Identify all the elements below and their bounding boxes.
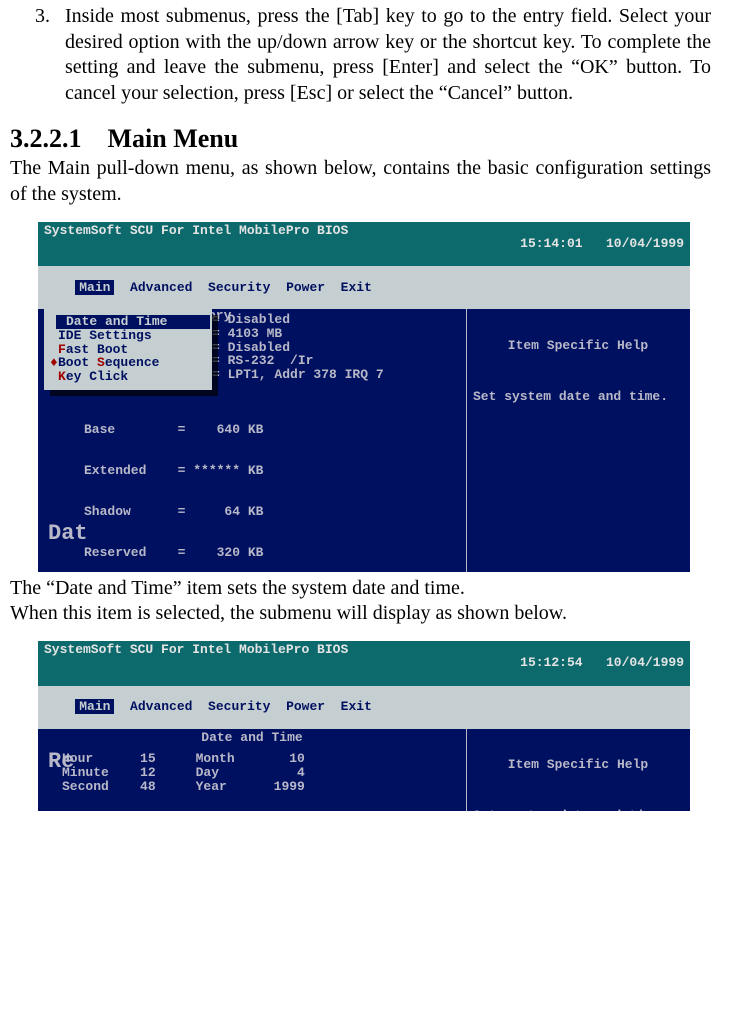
bios-help-pane: Item Specific Help Set system date and t… <box>466 729 689 811</box>
dropdown-item-ide[interactable]: IDE Settings <box>48 329 208 343</box>
main-dropdown[interactable]: Date and Time IDE Settings Fast Boot ♦Bo… <box>44 309 212 389</box>
bios-title: SystemSoft SCU For Intel MobilePro BIOS <box>44 643 348 684</box>
dropdown-item-boot-seq[interactable]: ♦Boot Sequence <box>48 356 208 370</box>
menubar-main[interactable]: Main <box>75 280 114 295</box>
bios-help-pane: Item Specific Help Set system date and t… <box>466 309 689 571</box>
bios-screenshot-main-menu: SystemSoft SCU For Intel MobilePro BIOS … <box>38 222 690 572</box>
bios-screenshot-date-time: SystemSoft SCU For Intel MobilePro BIOS … <box>38 641 690 811</box>
bios-menubar[interactable]: Main Advanced Security Power Exit <box>38 266 690 309</box>
date-time-fields: Hour 15 Minute 12 Second 48 Month 10 Day… <box>42 752 462 793</box>
memory-block: Base = 640 KB Extended = ****** KB Shado… <box>42 396 462 572</box>
date-column[interactable]: Month 10 Day 4 Year 1999 <box>196 752 305 793</box>
help-title: Item Specific Help <box>473 758 683 772</box>
dropdown-item-key-click[interactable]: Key Click <box>48 370 208 384</box>
help-text: Set system date and time. <box>473 390 683 404</box>
bios-title-bar: SystemSoft SCU For Intel MobilePro BIOS … <box>38 641 690 686</box>
help-title: Item Specific Help <box>473 339 683 353</box>
section-paragraph: The Main pull-down menu, as shown below,… <box>10 156 711 207</box>
overlay-text-re: Re <box>48 750 74 773</box>
bios-clock: 15:14:01 10/04/1999 <box>473 224 684 265</box>
mem-row: Shadow = 64 KB <box>84 505 462 519</box>
instruction-text: Inside most submenus, press the [Tab] ke… <box>65 5 711 104</box>
mem-row: Extended = ****** KB <box>84 464 462 478</box>
dropdown-item-fast-boot[interactable]: Fast Boot <box>48 343 208 357</box>
bios-body: Date and Time Hour 15 Minute 12 Second 4… <box>38 729 690 811</box>
menubar-main[interactable]: Main <box>75 699 114 714</box>
menubar-rest[interactable]: Advanced Security Power Exit <box>130 699 372 714</box>
bios-title: SystemSoft SCU For Intel MobilePro BIOS <box>44 224 348 265</box>
date-time-pane: Date and Time Hour 15 Minute 12 Second 4… <box>38 729 466 811</box>
bios-body: ory Date and Time IDE Settings Fast Boot… <box>38 309 690 571</box>
bios-clock: 15:12:54 10/04/1999 <box>473 643 684 684</box>
section-heading: 3.2.2.1 Main Menu <box>10 124 711 154</box>
instruction-number: 3. <box>35 4 50 30</box>
bios-menubar[interactable]: Main Advanced Security Power Exit <box>38 686 690 729</box>
help-text: Set system date and time. <box>473 809 683 811</box>
instruction-item: 3. Inside most submenus, press the [Tab]… <box>10 4 711 106</box>
bios-left-pane: ory Date and Time IDE Settings Fast Boot… <box>38 309 466 571</box>
dropdown-item-date-time[interactable]: Date and Time <box>48 315 208 329</box>
mid-paragraph-2: When this item is selected, the submenu … <box>10 601 711 627</box>
menubar-rest[interactable]: Advanced Security Power Exit <box>130 280 372 295</box>
time-column[interactable]: Hour 15 Minute 12 Second 48 <box>62 752 156 793</box>
bios-title-bar: SystemSoft SCU For Intel MobilePro BIOS … <box>38 222 690 267</box>
date-time-title: Date and Time <box>42 731 462 745</box>
mem-row: Reserved = 320 KB <box>84 546 462 560</box>
mem-row: Base = 640 KB <box>84 423 462 437</box>
overlay-text-dat: Dat <box>48 522 88 545</box>
mid-paragraph-1: The “Date and Time” item sets the system… <box>10 576 711 602</box>
